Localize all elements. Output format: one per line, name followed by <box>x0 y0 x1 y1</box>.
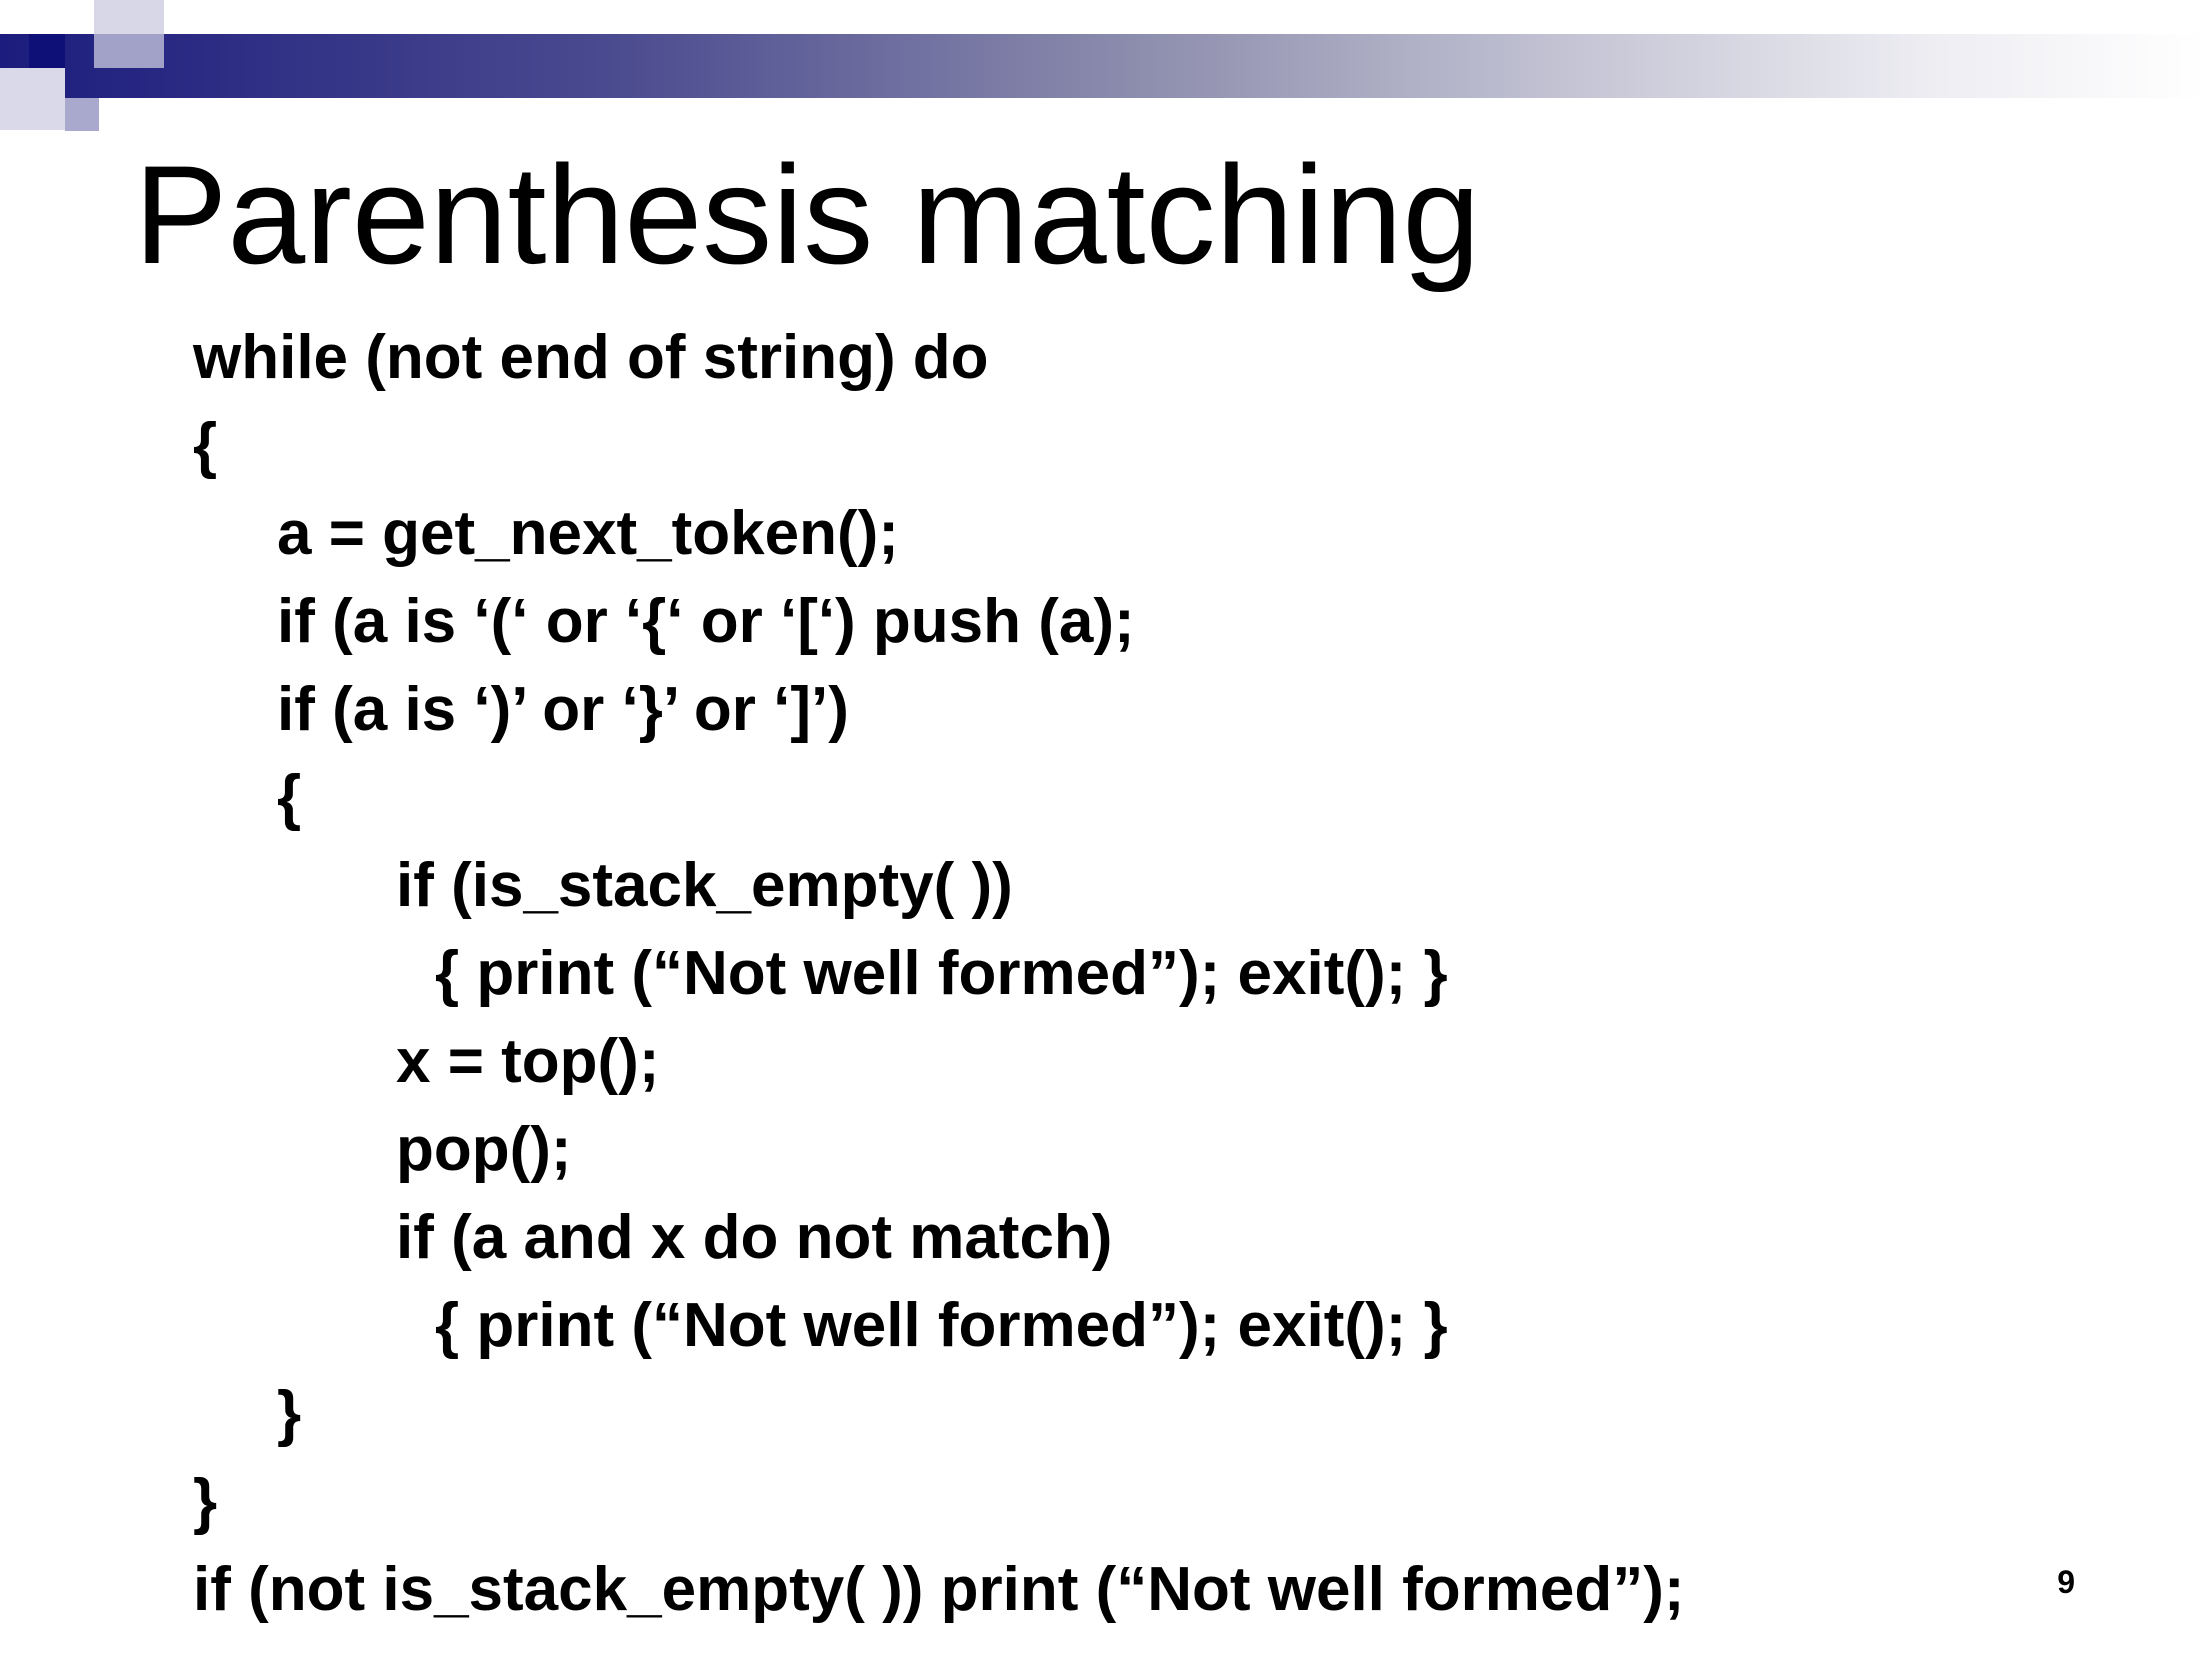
decorative-square <box>0 68 65 130</box>
slide-title: Parenthesis matching <box>134 136 1481 293</box>
decorative-square <box>94 0 164 36</box>
code-line: } <box>277 1379 302 1448</box>
code-line: if (a is ‘(‘ or ‘{‘ or ‘[‘) push (a); <box>277 587 1135 656</box>
code-line: { print (“Not well formed”); exit(); } <box>435 1291 1448 1360</box>
page-number: 9 <box>2057 1564 2075 1600</box>
code-line: { <box>277 763 302 832</box>
code-line: a = get_next_token(); <box>277 499 899 568</box>
code-line: x = top(); <box>396 1027 660 1096</box>
code-line: } <box>193 1467 218 1536</box>
code-line: pop(); <box>396 1115 572 1184</box>
header-gradient-bar <box>0 34 2205 98</box>
code-line: if (not is_stack_empty( )) print (“Not w… <box>193 1555 1685 1624</box>
code-line: while (not end of string) do <box>193 323 989 392</box>
code-line: if (a is ‘)’ or ‘}’ or ‘]’) <box>277 675 849 744</box>
decorative-square <box>94 34 164 68</box>
code-line: { print (“Not well formed”); exit(); } <box>435 939 1448 1008</box>
code-line: if (a and x do not match) <box>396 1203 1113 1272</box>
decorative-square <box>29 34 65 68</box>
code-line: { <box>193 411 218 480</box>
code-line: if (is_stack_empty( )) <box>396 851 1013 920</box>
decorative-square <box>65 98 99 131</box>
